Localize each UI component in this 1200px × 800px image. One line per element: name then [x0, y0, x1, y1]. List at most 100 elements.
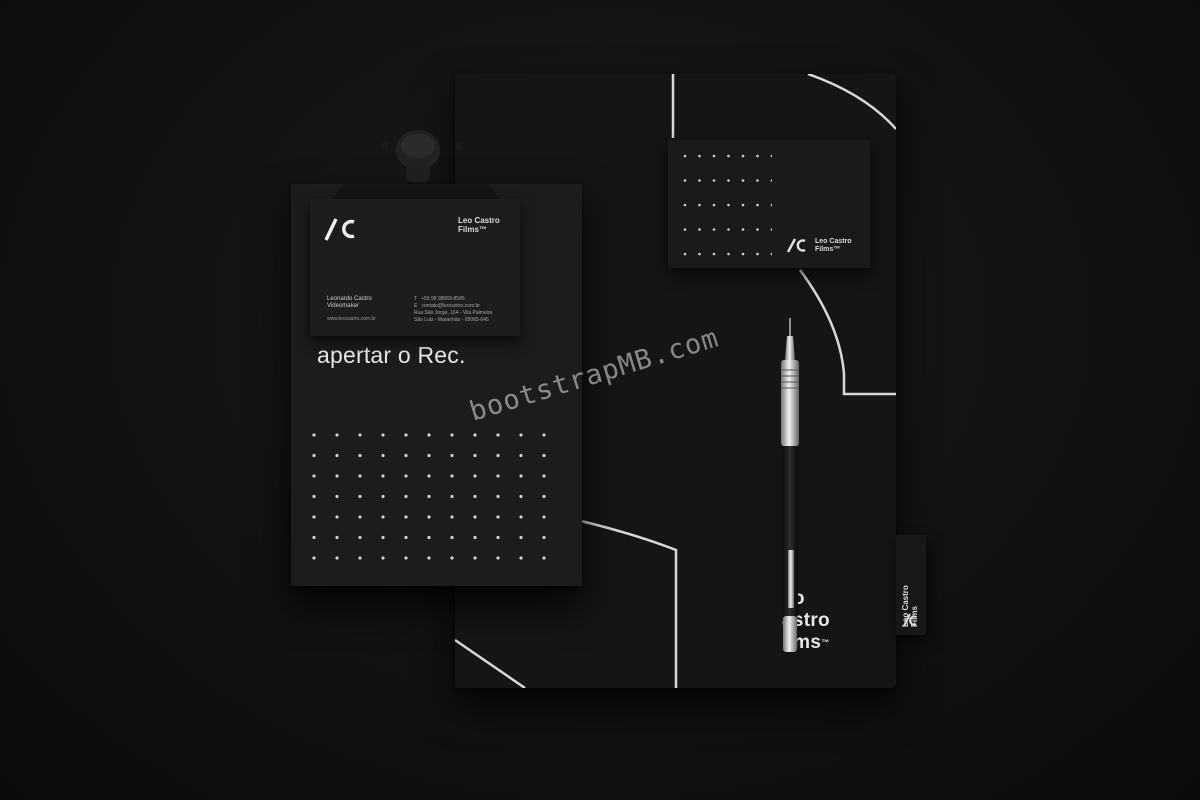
grid-dot [358, 494, 362, 499]
grid-dot [770, 228, 772, 231]
notebook-tab: Leo Castro Films [896, 535, 926, 635]
card-brand-name: Leo Castro Films™ [815, 238, 852, 253]
brand-logo-icon [324, 218, 355, 241]
grid-dot [741, 154, 745, 158]
grid-dot [519, 535, 523, 540]
grid-dot [358, 433, 362, 437]
grid-dot [404, 474, 408, 478]
grid-dot [404, 494, 408, 499]
grid-dot [381, 433, 385, 437]
grid-dot [427, 433, 431, 437]
notebook-arc-bottom-center [576, 518, 678, 688]
grid-dot [756, 179, 759, 182]
grid-dot [698, 228, 701, 231]
notebook-arc-middle-right [798, 269, 896, 396]
grid-dot [427, 474, 431, 478]
grid-dot [698, 203, 701, 207]
grid-dot [312, 515, 316, 519]
grid-dot [698, 252, 701, 256]
grid-dot [450, 494, 454, 499]
card-person-name: Leonardo Castro Videomaker [327, 296, 372, 309]
grid-dot [381, 474, 385, 478]
mechanical-pencil-icon [781, 318, 799, 652]
dot-grid-pattern [683, 154, 772, 256]
grid-dot [312, 556, 316, 560]
grid-dot [381, 515, 385, 519]
grid-dot [381, 556, 385, 560]
stationery-mockup-scene: { "scene": { "background_color": "#11111… [0, 0, 1200, 800]
grid-dot [404, 535, 408, 540]
grid-dot [358, 535, 362, 540]
grid-dot [727, 154, 730, 158]
grid-dot [358, 474, 362, 478]
grid-dot [542, 453, 546, 458]
grid-dot [698, 179, 701, 182]
grid-dot [519, 494, 523, 499]
grid-dot [727, 228, 730, 231]
clip-knob-icon [382, 130, 462, 182]
grid-dot [519, 474, 523, 478]
grid-dot [450, 556, 454, 560]
grid-dot [542, 515, 546, 519]
grid-dot [698, 154, 701, 158]
brand-logo-icon [903, 613, 917, 627]
grid-dot [741, 203, 745, 207]
grid-dot [756, 252, 759, 256]
grid-dot [542, 494, 546, 499]
grid-dot [519, 515, 523, 519]
grid-dot [496, 535, 500, 540]
grid-dot [312, 474, 316, 478]
grid-dot [542, 556, 546, 560]
grid-dot [427, 453, 431, 458]
grid-dot [727, 252, 730, 256]
grid-dot [496, 453, 500, 458]
grid-dot [450, 474, 454, 478]
grid-dot [770, 252, 772, 256]
grid-dot [473, 494, 477, 499]
grid-dot [683, 252, 687, 256]
grid-dot [312, 453, 316, 458]
grid-dot [496, 474, 500, 478]
grid-dot [427, 515, 431, 519]
grid-dot [741, 228, 745, 231]
grid-dot [335, 515, 339, 519]
grid-dot [312, 494, 316, 499]
grid-dot [496, 515, 500, 519]
business-card-front: Leo Castro Films™ Leonardo Castro Videom… [310, 199, 520, 336]
grid-dot [335, 453, 339, 458]
grid-dot [358, 556, 362, 560]
grid-dot [727, 203, 730, 207]
card-brand-name: Leo Castro Films™ [458, 216, 500, 234]
grid-dot [404, 453, 408, 458]
grid-dot [450, 515, 454, 519]
grid-dot [427, 535, 431, 540]
grid-dot [756, 228, 759, 231]
grid-dot [335, 535, 339, 540]
grid-dot [496, 556, 500, 560]
grid-dot [542, 433, 546, 437]
grid-dot [450, 535, 454, 540]
grid-dot [519, 556, 523, 560]
grid-dot [450, 433, 454, 437]
grid-dot [473, 515, 477, 519]
grid-dot [381, 535, 385, 540]
grid-dot [712, 203, 716, 207]
grid-dot [381, 453, 385, 458]
dot-grid-pattern [312, 433, 546, 560]
grid-dot [683, 179, 687, 182]
grid-dot [312, 535, 316, 540]
grid-dot [727, 179, 730, 182]
grid-dot [712, 179, 716, 182]
grid-dot [473, 453, 477, 458]
grid-dot [427, 494, 431, 499]
card-website: www.leocastro.com.br [327, 316, 376, 322]
grid-dot [712, 228, 716, 231]
grid-dot [712, 154, 716, 158]
grid-dot [741, 252, 745, 256]
grid-dot [358, 453, 362, 458]
brand-logo-icon [786, 238, 806, 253]
grid-dot [542, 535, 546, 540]
grid-dot [496, 433, 500, 437]
grid-dot [427, 556, 431, 560]
grid-dot [473, 535, 477, 540]
